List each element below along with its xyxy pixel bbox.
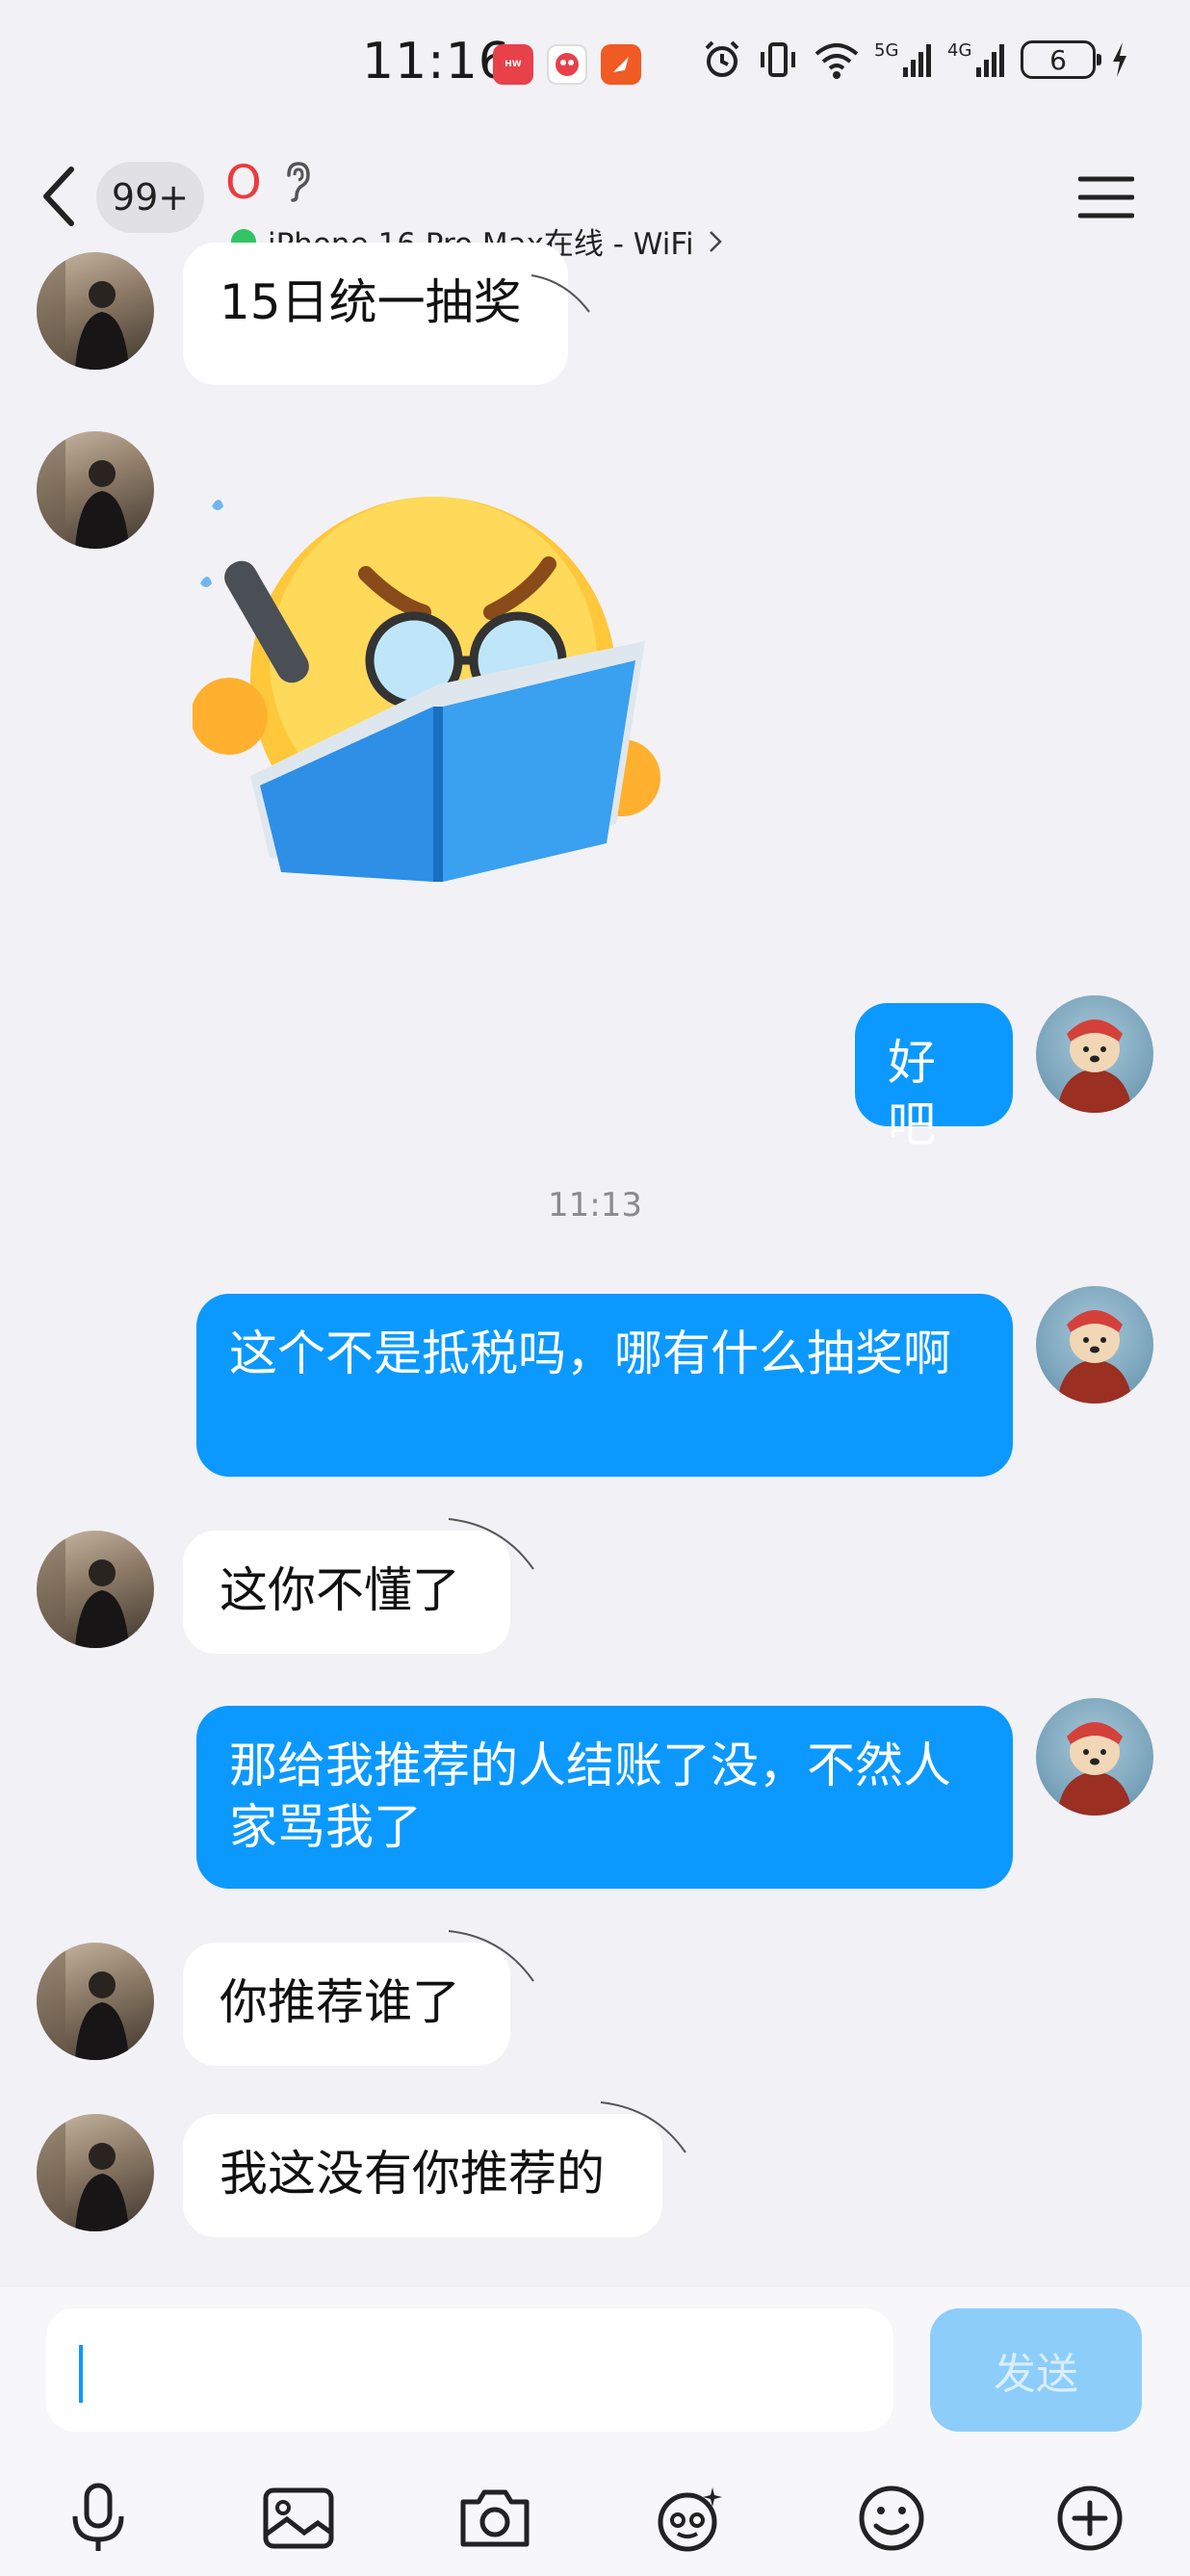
battery-indicator: 6 [1021, 40, 1101, 79]
status-bar: 11:16 HW 5G 4G 6 [0, 0, 1190, 135]
camera-button[interactable] [456, 2480, 533, 2557]
voice-button[interactable] [60, 2480, 137, 2557]
time-divider: 11:13 [548, 1186, 642, 1224]
avatar[interactable] [37, 252, 154, 370]
avatar[interactable] [37, 1943, 154, 2060]
message-bubble[interactable]: 我这没有你推荐的 [183, 2114, 662, 2237]
input-toolbar [0, 2462, 1190, 2568]
sticker-message[interactable] [191, 477, 684, 891]
menu-icon [1077, 176, 1135, 219]
avatar[interactable] [37, 2114, 154, 2231]
signal-4g-icon: 4G [947, 40, 1004, 77]
svg-text:4G: 4G [947, 40, 971, 61]
camera-icon [460, 2489, 530, 2547]
message-bubble[interactable]: 好吧 [855, 1003, 1013, 1152]
input-area: 发送 [0, 2287, 1190, 2576]
plus-icon [1057, 2486, 1123, 2551]
alarm-icon [705, 40, 739, 77]
message-text: 这你不懂了 [220, 1562, 460, 1618]
wifi-icon [815, 43, 859, 79]
message-text: 你推荐谁了 [220, 1974, 460, 2030]
vibrate-icon [761, 42, 795, 77]
image-icon [263, 2487, 334, 2549]
status-time: 11:16 [362, 33, 511, 90]
message-text: 我这没有你推荐的 [220, 2146, 605, 2202]
text-caret [79, 2345, 83, 2403]
message-text: 这个不是抵税吗，哪有什么抽奖啊 [229, 1326, 951, 1381]
more-button[interactable] [1051, 2480, 1128, 2557]
message-list[interactable]: 15日统一抽奖 好吧 11:13 这个不是抵税吗，哪有什么抽奖啊 这你不懂了 那… [0, 243, 1190, 2291]
feishu-app-icon [601, 44, 641, 85]
message-bubble[interactable]: 15日统一抽奖 [183, 243, 568, 385]
bubble-decoration [448, 1930, 534, 1982]
notification-app-icons: HW [493, 44, 641, 85]
ear-icon[interactable] [281, 160, 314, 206]
sticker-button[interactable] [653, 2480, 730, 2557]
avatar[interactable] [37, 1531, 154, 1648]
message-text: 好吧 [888, 1035, 936, 1152]
bubble-decoration [448, 1518, 534, 1570]
message-input[interactable] [46, 2308, 893, 2432]
avatar[interactable] [1036, 995, 1153, 1113]
huawei-appgallery-icon: HW [493, 44, 533, 85]
game-app-icon [547, 44, 587, 85]
contact-name[interactable]: O [225, 156, 262, 210]
avatar[interactable] [1036, 1286, 1153, 1404]
sticker-face-icon [658, 2487, 722, 2552]
emoji-icon [859, 2486, 924, 2551]
mic-icon [72, 2483, 124, 2551]
back-button[interactable] [35, 162, 85, 231]
chevron-right-icon [709, 230, 722, 252]
avatar[interactable] [1036, 1698, 1153, 1816]
chat-header: 99+ O iPhone 16 Pro Max在线 - WiFi [0, 135, 1190, 262]
signal-5g-icon: 5G [874, 40, 931, 77]
charging-icon [1113, 42, 1126, 77]
message-bubble[interactable]: 那给我推荐的人结账了没，不然人家骂我了 [196, 1706, 1013, 1889]
menu-button[interactable] [1077, 173, 1135, 221]
gallery-button[interactable] [260, 2480, 337, 2557]
bubble-decoration [600, 2101, 686, 2153]
reading-emoji-sticker [191, 497, 660, 882]
avatar[interactable] [37, 431, 154, 549]
send-button[interactable]: 发送 [930, 2308, 1142, 2432]
message-text: 那给我推荐的人结账了没，不然人家骂我了 [229, 1738, 951, 1855]
chevron-left-icon [43, 167, 74, 226]
bubble-decoration [530, 274, 590, 313]
message-text: 15日统一抽奖 [220, 274, 522, 330]
emoji-button[interactable] [853, 2480, 930, 2557]
system-icons: 5G 4G 6 [701, 39, 1130, 81]
svg-text:5G: 5G [874, 40, 898, 61]
unread-count-badge[interactable]: 99+ [96, 162, 204, 233]
message-bubble[interactable]: 这个不是抵税吗，哪有什么抽奖啊 [196, 1294, 1013, 1477]
